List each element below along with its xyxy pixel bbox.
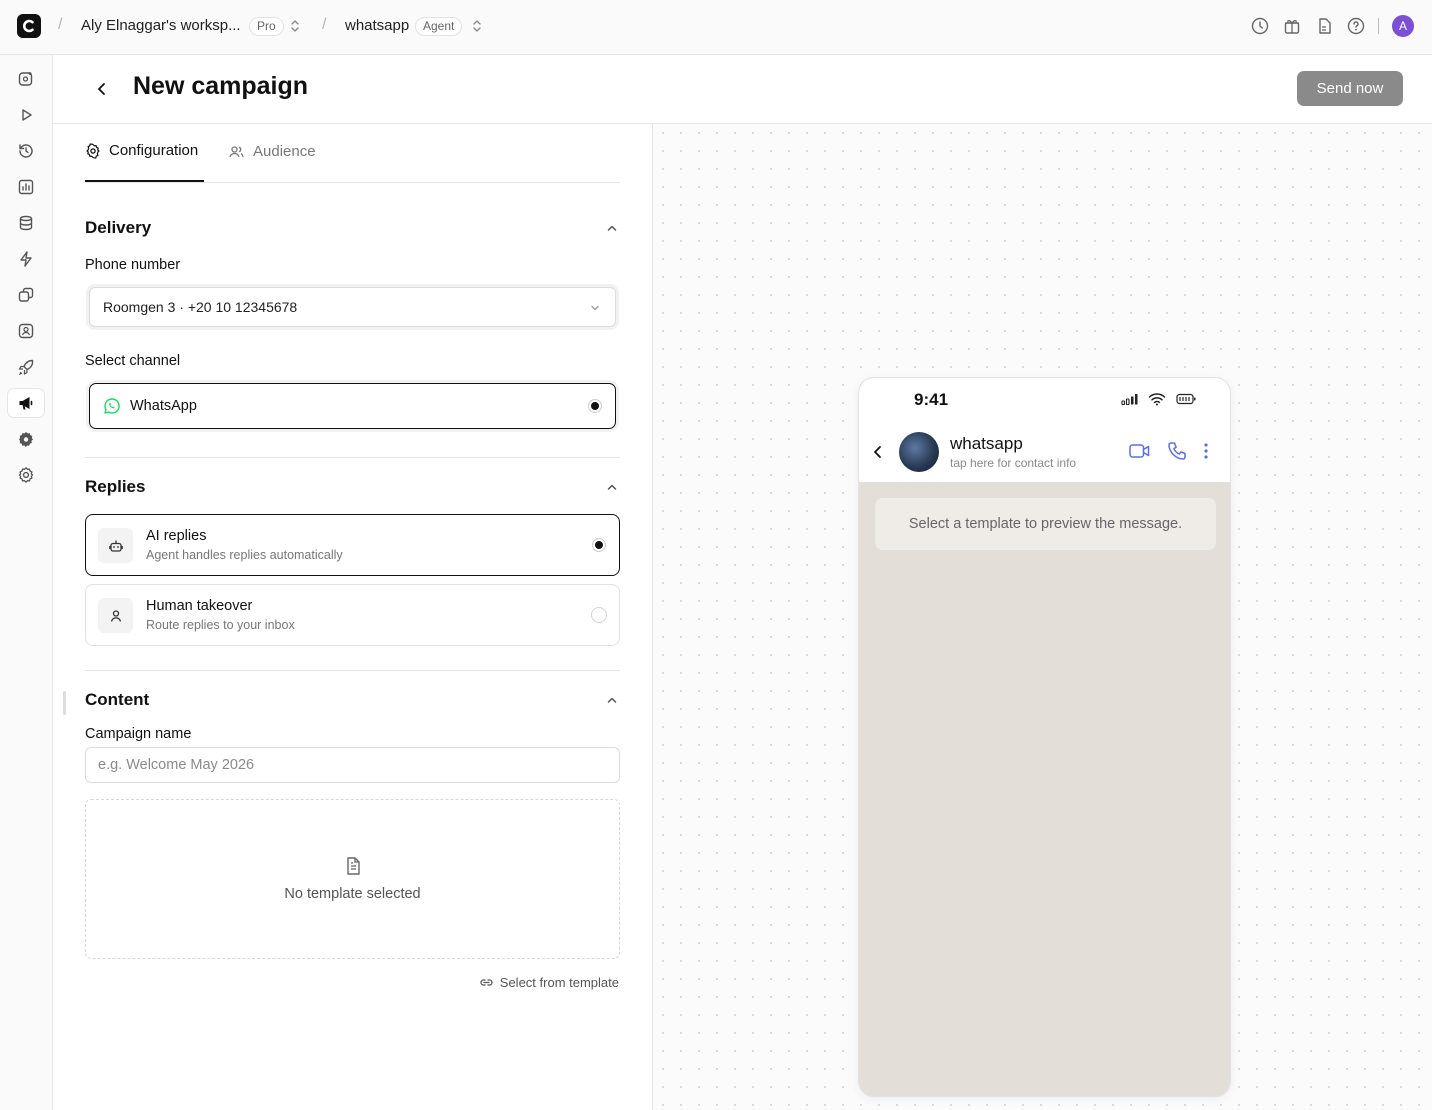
- channel-whatsapp-label: WhatsApp: [130, 398, 197, 414]
- user-avatar[interactable]: A: [1392, 15, 1414, 37]
- wifi-icon: [1148, 393, 1166, 406]
- replies-section-title: Replies: [85, 477, 146, 496]
- select-channel-label: Select channel: [85, 353, 181, 369]
- more-options-icon[interactable]: [1202, 441, 1210, 461]
- signal-icon: [1121, 394, 1138, 405]
- project-type-badge: Agent: [415, 17, 463, 36]
- history-icon[interactable]: [7, 136, 45, 166]
- toolbar-divider: [1378, 18, 1379, 34]
- chat-header: 9:41 whatsapp tap here for contact info: [859, 378, 1230, 482]
- whatsapp-icon: [103, 397, 121, 415]
- section-divider: [85, 457, 620, 458]
- reply-radio-unselected[interactable]: [591, 607, 607, 623]
- database-icon[interactable]: [7, 208, 45, 238]
- page-title: New campaign: [133, 72, 309, 100]
- template-dropzone[interactable]: No template selected: [85, 799, 620, 959]
- phone-number-label: Phone number: [85, 257, 181, 273]
- contacts-icon[interactable]: [7, 316, 45, 346]
- select-from-template-label: Select from template: [499, 975, 619, 990]
- phone-call-icon[interactable]: [1166, 440, 1188, 462]
- play-icon[interactable]: [7, 100, 45, 130]
- collapse-replies-icon[interactable]: [605, 480, 619, 494]
- users-icon: [229, 145, 244, 157]
- tab-bar: Configuration Audience: [85, 124, 620, 183]
- back-arrow-icon[interactable]: [91, 78, 113, 100]
- sparkle-icon[interactable]: [7, 244, 45, 274]
- reply-option-ai[interactable]: AI replies Agent handles replies automat…: [85, 514, 620, 576]
- settings-icon[interactable]: [7, 460, 45, 490]
- app-logo-icon[interactable]: [17, 14, 41, 38]
- no-template-text: No template selected: [284, 886, 421, 902]
- send-now-button[interactable]: Send now: [1297, 71, 1403, 106]
- reply-option-subtitle: Route replies to your inbox: [146, 618, 295, 632]
- link-icon: [480, 979, 493, 986]
- project-switcher-icon[interactable]: [470, 18, 484, 34]
- project-name[interactable]: whatsapp: [345, 17, 409, 34]
- person-icon: [98, 598, 133, 633]
- collapse-content-icon[interactable]: [605, 693, 619, 707]
- tab-configuration-label: Configuration: [109, 142, 199, 159]
- scroll-indicator: [63, 691, 66, 715]
- plugin-gear-icon[interactable]: [7, 424, 45, 454]
- tab-audience[interactable]: Audience: [228, 143, 316, 160]
- campaign-name-input[interactable]: [86, 748, 619, 782]
- channel-radio-selected[interactable]: [588, 399, 602, 413]
- breadcrumb-separator: /: [58, 16, 63, 33]
- plan-badge: Pro: [249, 17, 284, 36]
- gear-icon: [86, 142, 100, 159]
- history-icon[interactable]: [1250, 16, 1270, 36]
- status-time: 9:41: [914, 390, 949, 409]
- breadcrumb-separator: /: [322, 16, 327, 33]
- reply-option-title: Human takeover: [146, 598, 253, 614]
- top-bar: / Aly Elnaggar's worksp... Pro / whatsap…: [0, 0, 1432, 55]
- contact-subtitle: tap here for contact info: [950, 456, 1077, 470]
- gift-icon[interactable]: [1282, 16, 1302, 36]
- section-divider: [85, 670, 620, 671]
- contact-avatar[interactable]: [899, 432, 939, 472]
- page-header: New campaign Send now: [53, 55, 1432, 124]
- docs-icon[interactable]: [1314, 16, 1334, 36]
- campaign-name-label: Campaign name: [85, 726, 192, 742]
- phone-number-select[interactable]: Roomgen 3 · +20 10 12345678: [89, 287, 616, 327]
- integrations-icon[interactable]: [7, 280, 45, 310]
- active-tab-indicator: [85, 180, 204, 182]
- workspace-switcher-icon[interactable]: [288, 18, 302, 34]
- battery-icon: [1176, 393, 1196, 405]
- tab-audience-label: Audience: [253, 143, 316, 160]
- message-preview-canvas: 9:41 whatsapp tap here for contact info …: [654, 124, 1432, 1110]
- campaign-name-field[interactable]: [85, 747, 620, 783]
- compose-icon[interactable]: [7, 64, 45, 94]
- configuration-panel: Configuration Audience Delivery Phone nu…: [53, 124, 653, 1110]
- contact-name: whatsapp: [950, 434, 1023, 453]
- reply-option-subtitle: Agent handles replies automatically: [146, 548, 343, 562]
- chat-actions: [1128, 440, 1210, 462]
- sidebar: [0, 55, 53, 1110]
- help-icon[interactable]: [1346, 16, 1366, 36]
- rocket-icon[interactable]: [7, 352, 45, 382]
- status-bar-icons: [1121, 392, 1196, 406]
- preview-placeholder-message: Select a template to preview the message…: [875, 498, 1216, 550]
- reply-radio-selected[interactable]: [592, 538, 606, 552]
- workspace-name[interactable]: Aly Elnaggar's worksp...: [81, 17, 241, 34]
- reply-option-human[interactable]: Human takeover Route replies to your inb…: [85, 584, 620, 646]
- channel-option-whatsapp[interactable]: WhatsApp: [89, 383, 616, 429]
- phone-mockup: 9:41 whatsapp tap here for contact info …: [858, 377, 1231, 1097]
- tab-configuration[interactable]: Configuration: [85, 142, 198, 159]
- video-call-icon[interactable]: [1128, 441, 1152, 461]
- chat-back-icon[interactable]: [871, 444, 885, 460]
- select-from-template-link[interactable]: Select from template: [479, 975, 619, 990]
- bot-icon: [98, 528, 133, 563]
- analytics-icon[interactable]: [7, 172, 45, 202]
- delivery-section-title: Delivery: [85, 218, 152, 237]
- phone-number-value: Roomgen 3 · +20 10 12345678: [103, 299, 298, 315]
- megaphone-icon[interactable]: [7, 388, 45, 418]
- reply-option-title: AI replies: [146, 528, 207, 544]
- chevron-down-icon: [589, 302, 601, 314]
- document-icon: [344, 856, 362, 876]
- collapse-delivery-icon[interactable]: [605, 221, 619, 235]
- content-section-title: Content: [85, 690, 150, 709]
